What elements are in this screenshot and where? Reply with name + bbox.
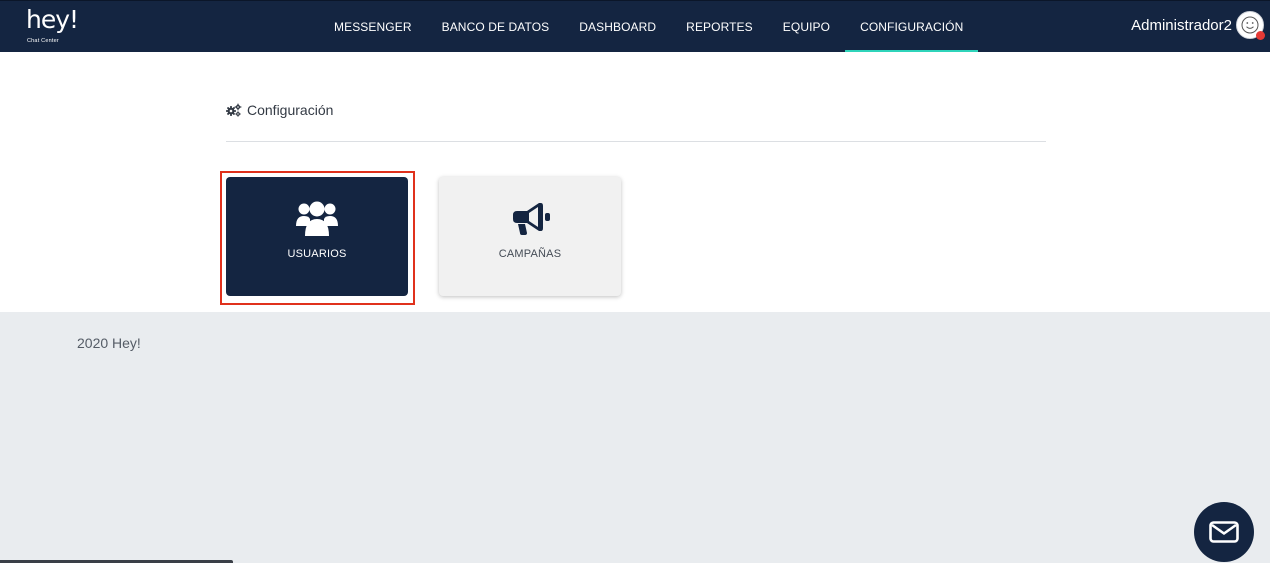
page-title: Configuración	[226, 102, 333, 118]
logo-subtitle: Chat Center	[27, 38, 59, 44]
nav-dashboard[interactable]: DASHBOARD	[564, 1, 671, 53]
logo-text: hey!	[26, 5, 79, 34]
usuarios-card[interactable]: USUARIOS	[226, 177, 408, 296]
hey-logo[interactable]: hey! Chat Center	[26, 5, 88, 47]
megaphone-icon	[513, 203, 550, 235]
user-menu[interactable]: Administrador2	[1131, 11, 1265, 40]
chat-button[interactable]	[1194, 502, 1254, 562]
page-title-text: Configuración	[247, 102, 334, 118]
avatar[interactable]	[1236, 11, 1265, 40]
nav-equipo[interactable]: EQUIPO	[768, 1, 845, 53]
users-icon	[296, 201, 338, 236]
usuarios-card-label: USUARIOS	[287, 248, 347, 260]
status-indicator	[1256, 31, 1265, 40]
main-nav: MESSENGER BANCO DE DATOS DASHBOARD REPOR…	[319, 1, 979, 53]
gears-icon	[226, 103, 242, 117]
nav-configuracion[interactable]: CONFIGURACIÓN	[845, 1, 979, 53]
nav-reportes[interactable]: REPORTES	[671, 1, 768, 53]
top-navbar: hey! Chat Center MESSENGER BANCO DE DATO…	[0, 0, 1270, 53]
nav-banco-de-datos[interactable]: BANCO DE DATOS	[427, 1, 565, 53]
user-name: Administrador2	[1131, 16, 1232, 34]
campanas-card[interactable]: CAMPAÑAS	[439, 177, 621, 296]
nav-messenger[interactable]: MESSENGER	[319, 1, 427, 53]
footer-copyright: 2020 Hey!	[77, 335, 141, 351]
smiley-face-icon	[1241, 16, 1259, 34]
envelope-icon	[1209, 521, 1239, 543]
main-content: Configuración USUARIOS CAMPAÑAS	[0, 52, 1270, 312]
title-divider	[226, 141, 1046, 142]
campanas-card-label: CAMPAÑAS	[498, 248, 562, 260]
